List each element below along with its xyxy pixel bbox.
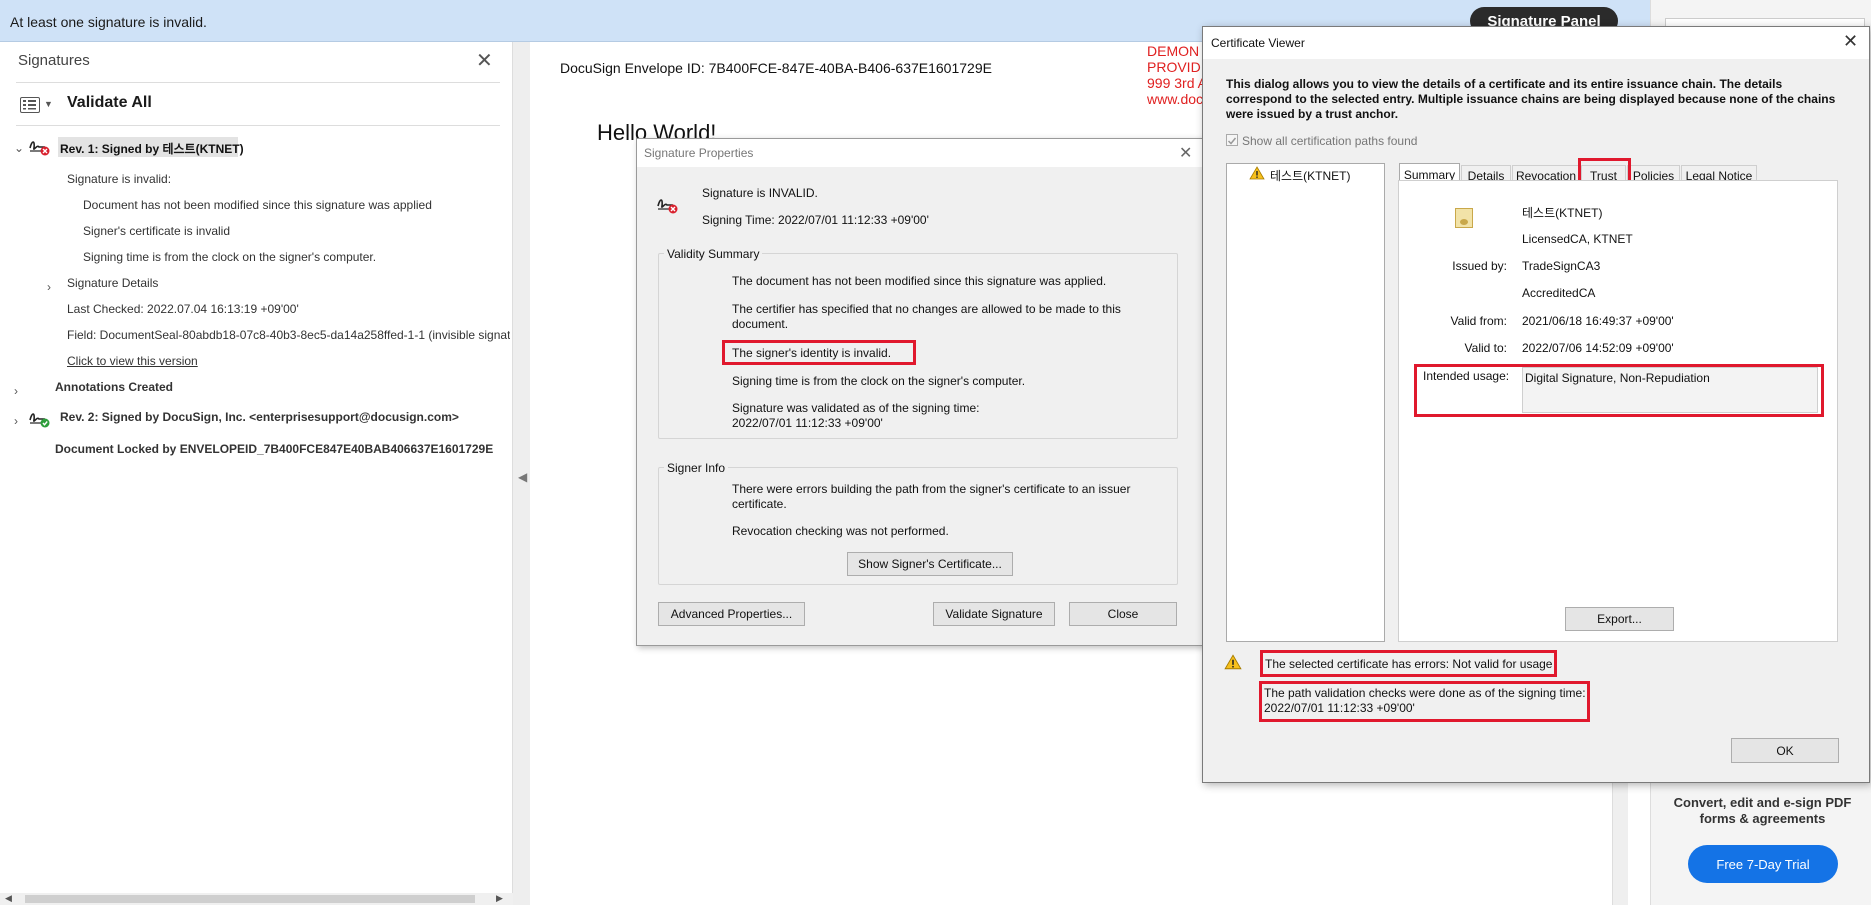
signer-line: There were errors building the path from… <box>732 482 1131 496</box>
issued-by-org: AccreditedCA <box>1522 286 1596 300</box>
advanced-properties-button[interactable]: Advanced Properties... <box>658 602 805 626</box>
rev1-signature-item[interactable]: Rev. 1: Signed by 테스트(KTNET) <box>60 140 244 157</box>
divider <box>16 125 500 126</box>
signature-invalid-icon <box>28 136 50 159</box>
export-button[interactable]: Export... <box>1565 607 1674 631</box>
valid-to-value: 2022/07/06 14:52:09 +09'00' <box>1522 341 1674 355</box>
validity-summary-label: Validity Summary <box>664 247 763 261</box>
certificate-error-message: The selected certificate has errors: Not… <box>1265 657 1553 671</box>
signature-status: Signature is INVALID. <box>702 186 818 200</box>
signature-invalid-glyph <box>657 199 678 214</box>
rev1-detail: Signer's certificate is invalid <box>83 224 231 238</box>
red-line: DEMON <box>1147 43 1200 59</box>
warning-glyph <box>1224 654 1242 670</box>
validate-all-button[interactable]: Validate All <box>67 94 152 112</box>
checkmark-icon <box>1227 137 1237 145</box>
ok-button[interactable]: OK <box>1731 738 1839 763</box>
warning-icon <box>1249 166 1265 183</box>
validity-line: The signer's identity is invalid. <box>732 346 892 360</box>
dialog-title: Signature Properties <box>644 146 754 160</box>
signer-line: Revocation checking was not performed. <box>732 524 949 538</box>
show-all-paths-checkbox[interactable] <box>1226 134 1238 146</box>
warning-icon <box>1224 654 1242 673</box>
close-button[interactable]: Close <box>1069 602 1177 626</box>
chevron-right-icon[interactable]: › <box>47 280 51 294</box>
path-validation-time: 2022/07/01 11:12:33 +09'00' <box>1264 701 1415 715</box>
last-checked-text: Last Checked: 2022.07.04 16:13:19 +09'00… <box>67 302 299 316</box>
free-trial-button[interactable]: Free 7-Day Trial <box>1688 845 1838 883</box>
validate-signature-button[interactable]: Validate Signature <box>933 602 1055 626</box>
chevron-down-icon[interactable]: ⌄ <box>14 141 24 155</box>
validity-line: The document has not been modified since… <box>732 274 1107 288</box>
rev2-signature-item[interactable]: Rev. 2: Signed by DocuSign, Inc. <enterp… <box>60 410 459 424</box>
rev1-detail: Signing time is from the clock on the si… <box>83 250 377 264</box>
certificate-icon <box>1455 208 1473 228</box>
signature-invalid-icon <box>656 194 678 217</box>
chevron-down-icon[interactable]: ▼ <box>44 99 53 109</box>
signatures-panel-title: Signatures <box>18 52 90 69</box>
certificate-seal <box>1460 219 1468 225</box>
divider <box>16 82 500 83</box>
valid-to-label: Valid to: <box>1464 341 1507 355</box>
dialog-title: Certificate Viewer <box>1211 36 1305 50</box>
show-all-paths-label: Show all certification paths found <box>1242 134 1418 148</box>
list-icon[interactable] <box>20 97 40 113</box>
banner-message: At least one signature is invalid. <box>10 14 207 30</box>
valid-from-value: 2021/06/18 16:49:37 +09'00' <box>1522 314 1674 328</box>
horizontal-scroll-thumb[interactable] <box>25 895 475 903</box>
red-line: 999 3rd A <box>1147 75 1207 91</box>
signature-valid-glyph <box>29 413 50 428</box>
show-signer-certificate-button[interactable]: Show Signer's Certificate... <box>847 552 1013 576</box>
collapse-panel-icon[interactable]: ◀ <box>518 470 527 484</box>
scroll-right-icon[interactable]: ▶ <box>496 893 503 904</box>
rev1-status: Signature is invalid: <box>67 172 172 186</box>
field-text: Field: DocumentSeal-80abdb18-07c8-40b3-8… <box>67 328 510 342</box>
warning-glyph <box>1249 166 1265 180</box>
close-icon[interactable]: ✕ <box>1179 143 1192 163</box>
issued-by-name: TradeSignCA3 <box>1522 259 1601 273</box>
scroll-left-icon[interactable]: ◀ <box>5 893 12 904</box>
certificate-chain-tree[interactable] <box>1226 163 1385 642</box>
rev1-detail: Document has not been modified since thi… <box>83 198 432 212</box>
close-icon[interactable]: ✕ <box>1843 31 1858 52</box>
validity-line: Signing time is from the clock on the si… <box>732 374 1026 388</box>
envelope-id-text: DocuSign Envelope ID: 7B400FCE-847E-40BA… <box>560 60 992 76</box>
close-icon[interactable]: ✕ <box>476 48 493 73</box>
certificate-viewer-description: This dialog allows you to view the detai… <box>1226 77 1836 121</box>
company-address-text: DEMON PROVID 999 3rd A www.doc <box>1147 43 1207 107</box>
view-version-link[interactable]: Click to view this version <box>67 354 198 368</box>
chevron-right-icon[interactable]: › <box>14 414 18 428</box>
promo-text: Convert, edit and e-sign PDF forms & agr… <box>1673 795 1852 826</box>
signer-line: certificate. <box>732 497 787 511</box>
signature-valid-icon <box>28 408 50 431</box>
list-icon-glyph <box>23 100 36 110</box>
path-validation-text: The path validation checks were done as … <box>1264 686 1586 700</box>
chevron-right-icon[interactable]: › <box>14 384 18 398</box>
intended-usage-highlight <box>1414 364 1824 417</box>
red-line: www.doc <box>1147 91 1204 107</box>
validity-line: document. <box>732 317 789 331</box>
subject-name: 테스트(KTNET) <box>1522 206 1603 220</box>
valid-from-label: Valid from: <box>1450 314 1507 328</box>
signer-info-label: Signer Info <box>664 461 729 475</box>
issued-by-label: Issued by: <box>1452 259 1507 273</box>
subject-org: LicensedCA, KTNET <box>1522 232 1633 246</box>
validity-line: Signature was validated as of the signin… <box>732 401 980 415</box>
signature-invalid-glyph <box>29 141 50 156</box>
signing-time: Signing Time: 2022/07/01 11:12:33 +09'00… <box>702 213 929 227</box>
validity-line: The certifier has specified that no chan… <box>732 302 1121 316</box>
tree-item-certificate[interactable]: 테스트(KTNET) <box>1270 167 1350 184</box>
red-line: PROVID <box>1147 59 1201 75</box>
document-locked-text: Document Locked by ENVELOPEID_7B400FCE84… <box>55 442 494 456</box>
signature-details-item[interactable]: Signature Details <box>67 276 158 290</box>
annotations-created-item[interactable]: Annotations Created <box>55 380 173 394</box>
validity-line: 2022/07/01 11:12:33 +09'00' <box>732 416 883 430</box>
